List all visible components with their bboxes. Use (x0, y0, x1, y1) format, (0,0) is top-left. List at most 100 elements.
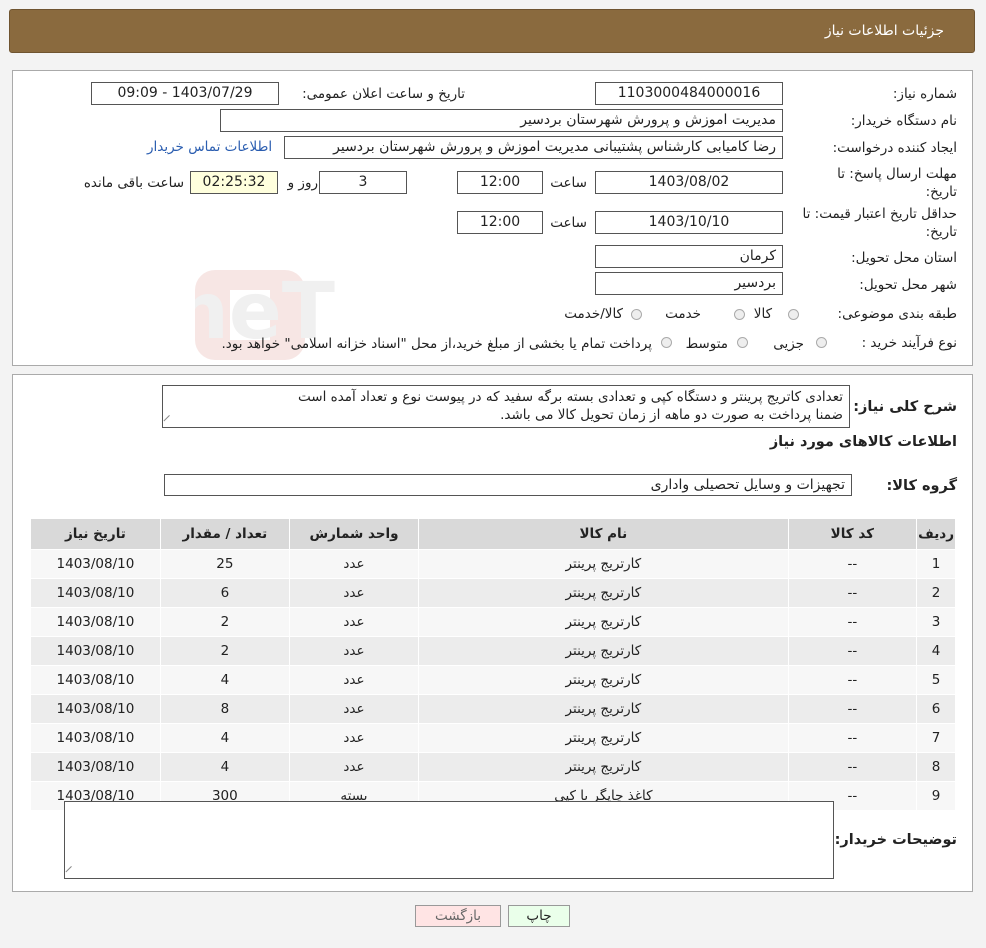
goods-table-wrapper: ردیف کد کالا نام کالا واحد شمارش تعداد /… (30, 518, 956, 811)
item-code: -- (787, 607, 918, 637)
city-label: شهر محل تحویل: (859, 277, 957, 293)
item-name: کارتریج پرینتر (418, 694, 789, 724)
announce-field: 1403/07/29 - 09:09 (91, 82, 279, 105)
deadline-time-field: 12:00 (457, 171, 543, 194)
item-need-date: 1403/08/10 (30, 578, 161, 608)
col-code: کد کالا (787, 518, 918, 550)
process-note: پرداخت تمام یا بخشی از مبلغ خرید،از محل … (221, 336, 652, 352)
time-remaining-label: ساعت باقی مانده (83, 175, 184, 191)
table-row: 6 -- کارتریج پرینتر عدد 8 1403/08/10 (30, 694, 956, 724)
item-name: کارتریج پرینتر (418, 665, 789, 695)
page-title: جزئیات اطلاعات نیاز (824, 23, 944, 39)
item-quantity: 6 (159, 578, 290, 608)
row-number: 7 (916, 723, 956, 753)
item-name: کارتریج پرینتر (418, 636, 789, 666)
item-code: -- (787, 549, 918, 579)
deadline-date-field: 1403/08/02 (595, 171, 783, 194)
goods-info-title: اطلاعات کالاهای مورد نیاز (769, 434, 957, 450)
table-row: 2 -- کارتریج پرینتر عدد 6 1403/08/10 (30, 578, 956, 608)
goods-table: ردیف کد کالا نام کالا واحد شمارش تعداد /… (30, 518, 956, 811)
item-need-date: 1403/08/10 (30, 694, 161, 724)
item-need-date: 1403/08/10 (30, 607, 161, 637)
city-field: بردسیر (595, 272, 783, 295)
category-option-service: خدمت (665, 306, 701, 322)
page-header: جزئیات اطلاعات نیاز (9, 9, 975, 53)
item-quantity: 25 (159, 549, 290, 579)
process-option-medium: متوسط (685, 336, 728, 352)
row-number: 3 (916, 607, 956, 637)
item-unit: عدد (288, 607, 420, 637)
item-quantity: 4 (159, 665, 290, 695)
goods-table-header: ردیف کد کالا نام کالا واحد شمارش تعداد /… (30, 518, 956, 550)
item-need-date: 1403/08/10 (30, 752, 161, 782)
resize-grip-icon[interactable] (65, 865, 78, 879)
category-radio-goods-service[interactable] (631, 309, 642, 320)
print-button[interactable]: چاپ (508, 905, 570, 927)
item-unit: عدد (288, 723, 420, 753)
item-name: کارتریج پرینتر (418, 549, 789, 579)
category-radio-goods[interactable] (788, 309, 799, 320)
goods-group-field: تجهیزات و وسایل تحصیلی واداری (164, 474, 852, 496)
summary-line-2: ضمنا پرداخت به صورت دو ماهه از زمان تحوی… (500, 407, 843, 423)
item-unit: عدد (288, 752, 420, 782)
category-option-goods: کالا (753, 306, 772, 322)
process-radio-treasury[interactable] (661, 337, 672, 348)
validity-date-field: 1403/10/10 (595, 211, 783, 234)
buyer-contact-link[interactable]: اطلاعات تماس خریدار (147, 139, 272, 155)
row-number: 4 (916, 636, 956, 666)
buyer-org-field: مدیریت اموزش و پرورش شهرستان بردسیر (220, 109, 783, 132)
item-need-date: 1403/08/10 (30, 549, 161, 579)
process-radio-minor[interactable] (816, 337, 827, 348)
summary-label: شرح کلی نیاز: (853, 399, 957, 415)
row-number: 2 (916, 578, 956, 608)
time-remaining-field: 02:25:32 (190, 171, 278, 194)
item-code: -- (787, 694, 918, 724)
table-row: 4 -- کارتریج پرینتر عدد 2 1403/08/10 (30, 636, 956, 666)
table-row: 8 -- کارتریج پرینتر عدد 4 1403/08/10 (30, 752, 956, 782)
validity-label-2: تاریخ: (925, 224, 957, 240)
validity-time-label: ساعت (550, 215, 587, 231)
col-name: نام کالا (418, 518, 789, 550)
item-name: کارتریج پرینتر (418, 578, 789, 608)
buyer-org-label: نام دستگاه خریدار: (850, 113, 957, 129)
item-quantity: 4 (159, 723, 290, 753)
deadline-time-label: ساعت (550, 175, 587, 191)
item-name: کارتریج پرینتر (418, 607, 789, 637)
buyer-notes-label: توضیحات خریدار: (834, 832, 957, 848)
requester-label: ایجاد کننده درخواست: (832, 140, 957, 156)
summary-textarea[interactable]: تعدادی کاتریج پرینتر و دستگاه کپی و تعدا… (162, 385, 850, 428)
item-code: -- (787, 752, 918, 782)
table-row: 5 -- کارتریج پرینتر عدد 4 1403/08/10 (30, 665, 956, 695)
col-unit: واحد شمارش (288, 518, 420, 550)
col-date: تاریخ نیاز (30, 518, 161, 550)
category-label: طبقه بندی موضوعی: (837, 306, 957, 322)
validity-label: حداقل تاریخ اعتبار قیمت: تا (802, 206, 957, 222)
buyer-notes-textarea[interactable] (64, 801, 834, 879)
goods-table-body: 1 -- کارتریج پرینتر عدد 25 1403/08/10 2 -- کارتر… (30, 549, 956, 811)
row-number: 8 (916, 752, 956, 782)
days-label: روز و (287, 175, 318, 191)
row-number: 5 (916, 665, 956, 695)
process-type-label: نوع فرآیند خرید : (861, 335, 957, 351)
category-radio-service[interactable] (734, 309, 745, 320)
announce-label: تاریخ و ساعت اعلان عمومی: (302, 86, 465, 102)
goods-group-label: گروه کالا: (886, 478, 957, 494)
process-option-minor: جزیی (773, 336, 804, 352)
item-quantity: 8 (159, 694, 290, 724)
item-unit: عدد (288, 636, 420, 666)
item-quantity: 2 (159, 607, 290, 637)
back-button[interactable]: بازگشت (415, 905, 501, 927)
deadline-label: مهلت ارسال پاسخ: تا (837, 166, 957, 182)
requester-field: رضا کامیابی کارشناس پشتیبانی مدیریت اموز… (284, 136, 783, 159)
item-unit: عدد (288, 694, 420, 724)
summary-line-1: تعدادی کاتریج پرینتر و دستگاه کپی و تعدا… (298, 389, 843, 405)
row-number: 9 (916, 781, 956, 811)
deadline-label-2: تاریخ: (925, 184, 957, 200)
item-unit: عدد (288, 549, 420, 579)
days-remaining-field: 3 (319, 171, 407, 194)
process-radio-medium[interactable] (737, 337, 748, 348)
item-name: کارتریج پرینتر (418, 752, 789, 782)
item-unit: عدد (288, 665, 420, 695)
need-number-label: شماره نیاز: (892, 86, 957, 102)
item-code: -- (787, 636, 918, 666)
